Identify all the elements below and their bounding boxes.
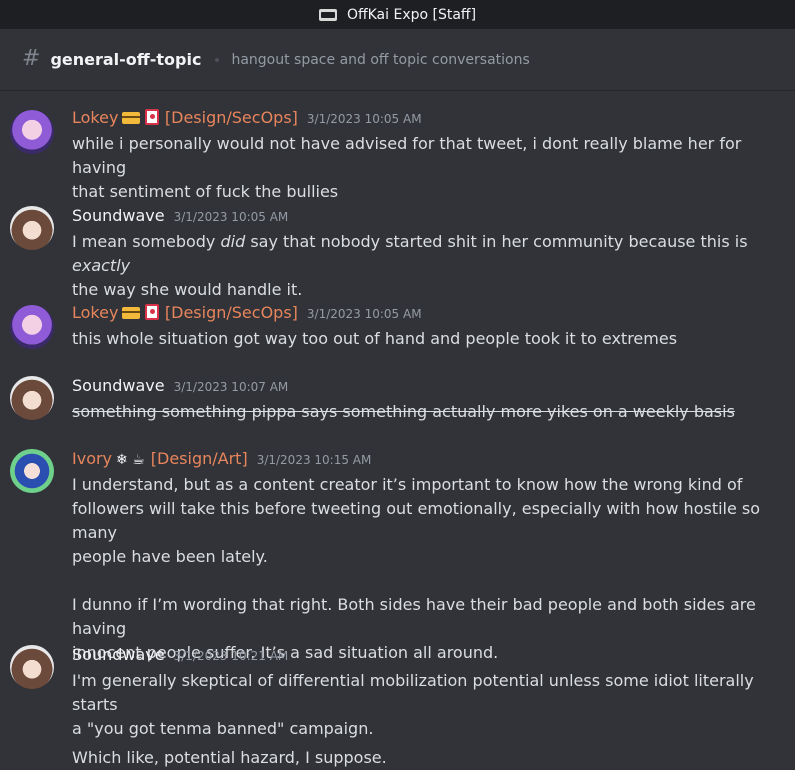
message-line: I mean somebody did say that nobody star…	[72, 230, 771, 278]
channel-hash-icon: #	[22, 46, 41, 71]
message-line: I'm generally skeptical of differential …	[72, 671, 754, 714]
message-line: I dunno if I’m wording that right. Both …	[72, 595, 756, 638]
timestamp[interactable]: 3/1/2023 10:05 AM	[307, 112, 422, 126]
card-badge-icon	[122, 307, 141, 319]
timestamp[interactable]: 3/1/2023 10:05 AM	[307, 307, 422, 321]
snowflake-icon: ❄ ☕	[116, 452, 145, 468]
badge-icons	[122, 109, 159, 127]
title-bar: OffKai Expo [Staff]	[0, 0, 795, 29]
timestamp[interactable]: 3/1/2023 10:05 AM	[174, 210, 289, 224]
message-line: people have been lately.	[72, 547, 268, 566]
message-content: I mean somebody did say that nobody star…	[72, 230, 771, 302]
channel-header: # general-off-topic hangout space and of…	[0, 29, 795, 91]
role-tag[interactable]: [Design/Art]	[151, 449, 248, 468]
flower-card-badge-icon	[144, 109, 159, 125]
avatar[interactable]	[10, 110, 54, 154]
role-tag[interactable]: [Design/SecOps]	[165, 108, 298, 127]
message-line-strikethrough: something something pippa says something…	[72, 402, 735, 421]
text-fragment: say that nobody started shit in her comm…	[245, 232, 748, 251]
avatar[interactable]	[10, 376, 54, 420]
message-line: a "you got tenma banned" campaign.	[72, 719, 374, 738]
timestamp[interactable]: 3/1/2023 10:07 AM	[174, 380, 289, 394]
avatar[interactable]	[10, 449, 54, 493]
username[interactable]: Ivory	[72, 449, 112, 468]
username[interactable]: Lokey	[72, 303, 118, 322]
message-content: something something pippa says something…	[72, 400, 771, 424]
avatar[interactable]	[10, 206, 54, 250]
emphasis-text: exactly	[72, 256, 131, 275]
emphasis-text: did	[220, 232, 246, 251]
role-tag[interactable]: [Design/SecOps]	[165, 303, 298, 322]
message-line: while i personally would not have advise…	[72, 134, 742, 177]
badge-icons: ❄ ☕	[116, 452, 145, 468]
text-fragment: I mean somebody	[72, 232, 221, 251]
username[interactable]: Soundwave	[72, 376, 165, 395]
topic-divider	[215, 57, 220, 62]
flower-card-badge-icon	[144, 304, 159, 320]
timestamp[interactable]: 3/1/2023 10:21 AM	[174, 649, 289, 663]
message-line: that sentiment of fuck the bullies	[72, 182, 339, 201]
message-content: this whole situation got way too out of …	[72, 327, 771, 351]
badge-icons	[122, 304, 159, 322]
message-content: I'm generally skeptical of differential …	[72, 669, 771, 770]
timestamp[interactable]: 3/1/2023 10:15 AM	[257, 453, 372, 467]
avatar[interactable]	[10, 645, 54, 689]
message-content: while i personally would not have advise…	[72, 132, 771, 204]
message-line: this whole situation got way too out of …	[72, 329, 678, 348]
server-icon	[318, 8, 337, 21]
message-content: I understand, but as a content creator i…	[72, 473, 771, 665]
username[interactable]: Lokey	[72, 108, 118, 127]
username[interactable]: Soundwave	[72, 206, 165, 225]
avatar[interactable]	[10, 305, 54, 349]
username[interactable]: Soundwave	[72, 645, 165, 664]
message-line: the way she would handle it.	[72, 280, 303, 299]
channel-name[interactable]: general-off-topic	[50, 50, 201, 69]
card-badge-icon	[122, 112, 141, 124]
message-line: I understand, but as a content creator i…	[72, 475, 743, 494]
server-name: OffKai Expo [Staff]	[346, 6, 477, 23]
channel-topic[interactable]: hangout space and off topic conversation…	[231, 52, 529, 68]
message-line: followers will take this before tweeting…	[72, 499, 761, 542]
message-line: Which like, potential hazard, I suppose.	[72, 748, 387, 767]
